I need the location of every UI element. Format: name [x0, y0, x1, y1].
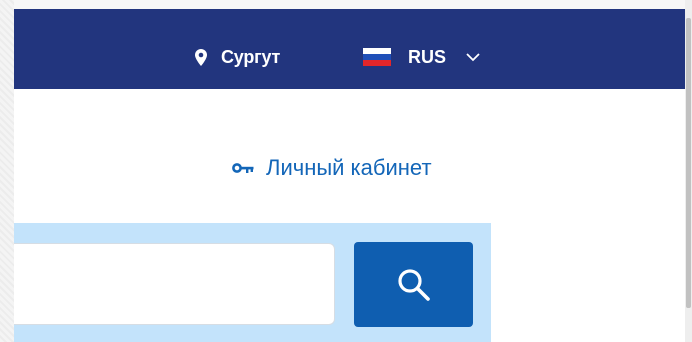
- left-background-pattern: [0, 0, 14, 342]
- search-button[interactable]: [354, 242, 473, 327]
- search-icon: [397, 268, 430, 301]
- russia-flag-icon: [363, 48, 391, 66]
- personal-account-label: Личный кабинет: [266, 155, 432, 180]
- top-header-bar: Сургут RUS: [14, 9, 685, 89]
- city-selector[interactable]: Сургут: [195, 47, 280, 67]
- chevron-down-icon: [466, 52, 480, 61]
- location-pin-icon: [195, 48, 207, 66]
- scrollbar-thumb[interactable]: [686, 18, 691, 308]
- personal-account-link[interactable]: Личный кабинет: [232, 155, 432, 181]
- key-icon: [232, 163, 254, 173]
- city-label: Сургут: [221, 46, 281, 67]
- language-label: RUS: [408, 46, 447, 67]
- language-selector[interactable]: RUS: [363, 47, 480, 67]
- search-input[interactable]: [14, 243, 335, 325]
